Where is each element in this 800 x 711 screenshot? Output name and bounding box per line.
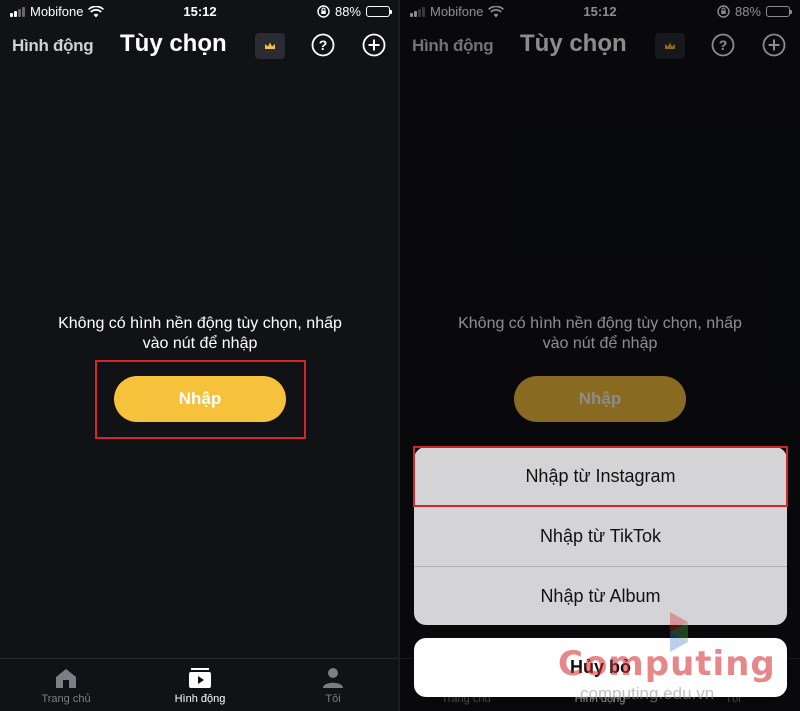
watermark-url: computing.edu.vn [580,684,715,703]
import-button[interactable]: Nhập [114,376,286,422]
crown-icon [265,42,275,49]
tab-home[interactable]: Trang chủ [16,667,116,705]
tab-me[interactable]: Tôi [283,667,383,705]
add-icon[interactable] [362,33,386,57]
tab-live-wallpaper-label: Hình động [174,693,226,705]
page-title: Tùy chọn [120,30,227,57]
orientation-lock-icon [317,5,330,18]
watermark-brand: Computing [558,644,776,684]
left-screen: Mobifone 15:12 88% Hình động Tùy chọn ? … [0,0,400,711]
highlight-box [413,446,788,507]
empty-message-line2: vào nút để nhập [142,335,258,352]
tab-bar: Trang chủ Hình động Tôi [0,658,400,711]
battery-percent: 88% [334,4,361,19]
tab-me-label: Tôi [325,693,341,705]
empty-state-message: Không có hình nền động tùy chọn, nhấp và… [0,314,400,354]
empty-message-line1: Không có hình nền động tùy chọn, nhấp [58,315,342,332]
help-icon[interactable]: ? [311,33,335,57]
watermark: Computing computing.edu.vn [548,610,798,706]
status-right: 88% [317,4,392,19]
svg-text:?: ? [319,37,328,53]
premium-button[interactable] [255,33,285,59]
status-bar: Mobifone 15:12 88% [0,0,400,24]
right-screen: Mobifone 15:12 88% Hình động Tùy chọn ? … [400,0,800,711]
import-tiktok-option[interactable]: Nhập từ TikTok [414,507,787,566]
home-icon [56,669,76,688]
play-icon [189,668,211,688]
tab-live-wallpaper[interactable]: Hình động [150,667,250,705]
nav-bar: Hình động Tùy chọn ? [0,28,400,64]
tab-home-label: Trang chủ [41,693,91,705]
back-nav-title[interactable]: Hình động [12,36,94,56]
battery-icon [366,6,392,17]
person-icon [323,668,343,688]
